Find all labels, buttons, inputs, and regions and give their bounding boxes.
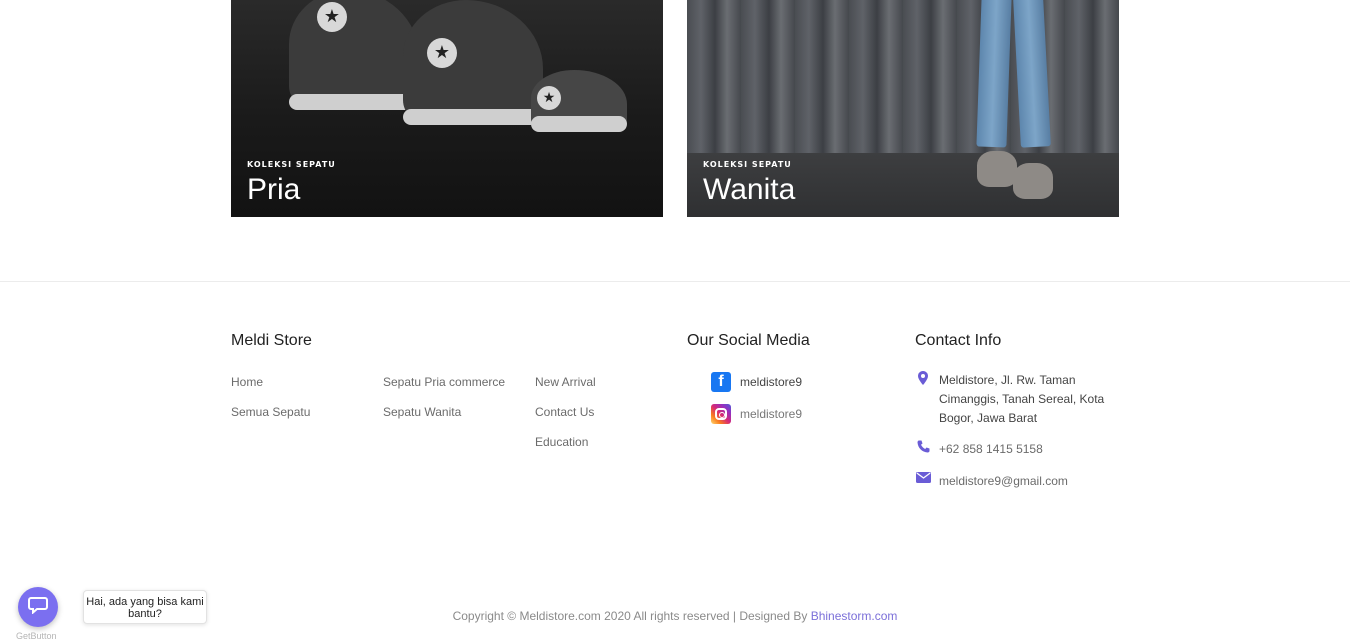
- footer-link-semua-sepatu[interactable]: Semua Sepatu: [231, 403, 310, 433]
- footer-link-sepatu-pria[interactable]: Sepatu Pria commerce: [383, 373, 505, 403]
- chat-button[interactable]: [18, 587, 58, 627]
- card-title[interactable]: Wanita: [703, 171, 795, 209]
- star-logo-icon: ★: [537, 86, 561, 110]
- card-kicker: KOLEKSI SEPATU: [247, 160, 336, 169]
- social-label: meldistore9: [740, 407, 803, 421]
- jeans-leg: [1013, 0, 1051, 148]
- shoe-image: [1013, 163, 1053, 199]
- footer-link-home[interactable]: Home: [231, 373, 310, 403]
- card-title[interactable]: Pria: [247, 171, 336, 209]
- sneaker-sole: [403, 109, 543, 125]
- footer-link-new-arrival[interactable]: New Arrival: [535, 373, 596, 403]
- instagram-icon: [711, 404, 731, 424]
- footer-links-col2: Sepatu Pria commerce Sepatu Wanita: [383, 373, 505, 433]
- footer-store-heading: Meldi Store: [231, 332, 312, 350]
- chat-brand-label: GetButton: [16, 631, 57, 641]
- star-logo-icon: ★: [317, 2, 347, 32]
- star-logo-icon: ★: [427, 38, 457, 68]
- envelope-icon: [915, 472, 931, 491]
- facebook-icon: f: [711, 372, 731, 392]
- footer-heading: Our Social Media: [687, 332, 810, 349]
- footer-link-sepatu-wanita[interactable]: Sepatu Wanita: [383, 403, 505, 433]
- card-caption: KOLEKSI SEPATU Pria: [247, 160, 336, 209]
- sneaker-sole: [531, 116, 627, 132]
- card-kicker: KOLEKSI SEPATU: [703, 160, 792, 169]
- sneaker-image: ★: [289, 0, 419, 110]
- designer-link[interactable]: Bhinestorm.com: [811, 609, 898, 623]
- address-text: Meldistore, Jl. Rw. Taman Cimanggis, Tan…: [939, 373, 1105, 425]
- map-pin-icon: [915, 371, 931, 428]
- footer-divider: [0, 281, 1350, 282]
- footer-heading: Meldi Store: [231, 332, 312, 349]
- footer-heading: Contact Info: [915, 332, 1002, 349]
- collection-card-wanita[interactable]: KOLEKSI SEPATU Wanita: [687, 0, 1119, 217]
- footer-links-col1: Home Semua Sepatu: [231, 373, 310, 433]
- footer-links-col3: New Arrival Contact Us Education: [535, 373, 596, 463]
- jeans-leg: [976, 0, 1012, 148]
- social-link-instagram[interactable]: meldistore9: [711, 403, 802, 425]
- sneaker-sole: [289, 94, 419, 110]
- email-text[interactable]: meldistore9@gmail.com: [939, 472, 1109, 491]
- footer-link-contact-us[interactable]: Contact Us: [535, 403, 596, 433]
- sneaker-image: ★: [531, 70, 627, 132]
- card-caption: KOLEKSI SEPATU Wanita: [703, 160, 795, 209]
- social-link-facebook[interactable]: f meldistore9: [711, 371, 802, 393]
- sneaker-image: ★: [403, 0, 543, 125]
- shoe-image: [977, 151, 1017, 187]
- phone-icon: [915, 440, 931, 459]
- chat-tooltip[interactable]: Hai, ada yang bisa kami bantu?: [83, 590, 207, 624]
- chat-bubble-icon: [28, 596, 48, 618]
- contact-phone: +62 858 1415 5158: [915, 440, 1109, 459]
- contact-email: meldistore9@gmail.com: [915, 472, 1109, 491]
- social-label: meldistore9: [740, 375, 803, 389]
- phone-text[interactable]: +62 858 1415 5158: [939, 440, 1109, 459]
- footer-contact-heading: Contact Info: [915, 332, 1001, 350]
- copyright-text: Copyright © Meldistore.com 2020 All righ…: [452, 609, 811, 623]
- contact-address: Meldistore, Jl. Rw. Taman Cimanggis, Tan…: [915, 371, 1109, 428]
- footer-social-heading: Our Social Media: [687, 332, 810, 350]
- collection-card-pria[interactable]: ★ ★ ★ KOLEKSI SEPATU Pria: [231, 0, 663, 217]
- footer-link-education[interactable]: Education: [535, 433, 596, 463]
